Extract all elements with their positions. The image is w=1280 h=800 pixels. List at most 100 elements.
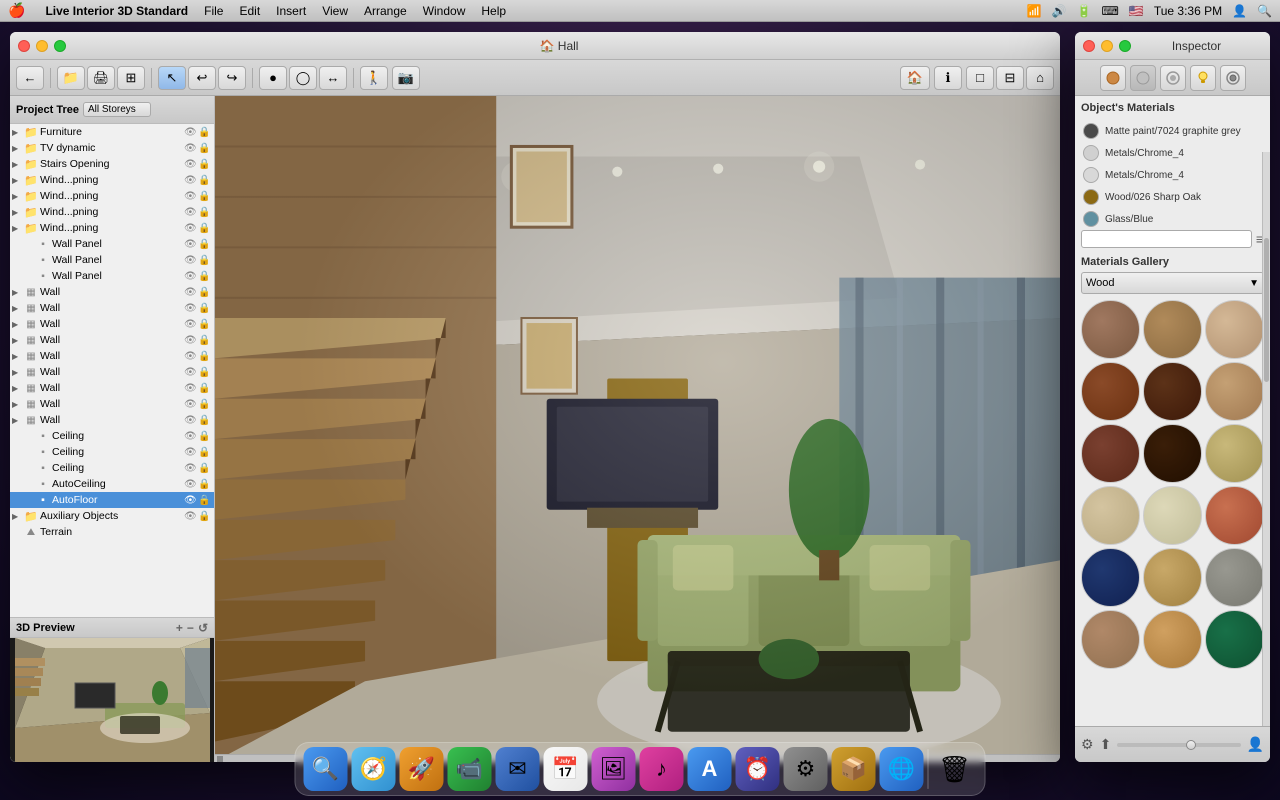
lock-icon[interactable]: 🔒: [198, 255, 212, 266]
menu-help[interactable]: Help: [481, 4, 506, 18]
lock-icon[interactable]: 🔒: [198, 223, 212, 234]
print-button[interactable]: 🖨: [87, 66, 115, 90]
gallery-swatch-9[interactable]: [1205, 424, 1264, 483]
close-button[interactable]: [18, 40, 30, 52]
dock-package[interactable]: 📦: [832, 747, 876, 791]
eye-icon[interactable]: 👁: [184, 383, 198, 394]
inspector-maximize[interactable]: [1119, 40, 1131, 52]
eye-icon[interactable]: 👁: [184, 463, 198, 474]
eye-icon[interactable]: 👁: [184, 159, 198, 170]
tree-item-wall2[interactable]: ▶ ▦ Wall 👁 🔒: [10, 300, 214, 316]
eye-icon[interactable]: 👁: [184, 303, 198, 314]
gallery-swatch-18[interactable]: [1205, 610, 1264, 669]
refresh-btn[interactable]: ↺: [198, 621, 208, 635]
tree-item-tv[interactable]: ▶ 📁 TV dynamic 👁 🔒: [10, 140, 214, 156]
gallery-swatch-17[interactable]: [1143, 610, 1202, 669]
zoom-out-btn[interactable]: −: [187, 621, 194, 635]
gallery-swatch-15[interactable]: [1205, 548, 1264, 607]
dock-launchpad[interactable]: 🚀: [400, 747, 444, 791]
lock-icon[interactable]: 🔒: [198, 159, 212, 170]
gallery-swatch-1[interactable]: [1081, 300, 1140, 359]
user-icon[interactable]: 👤: [1232, 4, 1247, 18]
dock-itunes[interactable]: ♪: [640, 747, 684, 791]
inspector-scrollbar[interactable]: [1262, 152, 1270, 726]
undo-button[interactable]: ↩: [188, 66, 216, 90]
person-tool[interactable]: 🚶: [360, 66, 388, 90]
view-2d-button[interactable]: □: [966, 66, 994, 90]
layout-button[interactable]: ⊞: [117, 66, 145, 90]
eye-icon[interactable]: 👁: [184, 191, 198, 202]
lock-icon[interactable]: 🔒: [198, 335, 212, 346]
lock-icon[interactable]: 🔒: [198, 463, 212, 474]
dock-trash[interactable]: 🗑: [933, 747, 977, 791]
person-button[interactable]: 👤: [1247, 736, 1264, 753]
eye-icon[interactable]: 👁: [184, 255, 198, 266]
tab-materials[interactable]: [1100, 65, 1126, 91]
redo-button[interactable]: ↪: [218, 66, 246, 90]
info-button[interactable]: ℹ: [934, 66, 962, 90]
eye-icon[interactable]: 👁: [184, 399, 198, 410]
tree-item-wind1[interactable]: ▶ 📁 Wind...pning 👁 🔒: [10, 172, 214, 188]
eye-icon[interactable]: 👁: [184, 367, 198, 378]
lock-icon[interactable]: 🔒: [198, 431, 212, 442]
menu-arrange[interactable]: Arrange: [364, 4, 407, 18]
menu-window[interactable]: Window: [423, 4, 466, 18]
lock-icon[interactable]: 🔒: [198, 239, 212, 250]
tree-item-auxiliary[interactable]: ▶ 📁 Auxiliary Objects 👁 🔒: [10, 508, 214, 524]
gallery-swatch-6[interactable]: [1205, 362, 1264, 421]
eye-icon[interactable]: 👁: [184, 479, 198, 490]
gallery-swatch-12[interactable]: [1205, 486, 1264, 545]
settings-button[interactable]: ⚙: [1081, 736, 1094, 753]
tree-item-wall1[interactable]: ▶ ▦ Wall 👁 🔒: [10, 284, 214, 300]
tree-item-wallpanel1[interactable]: ▪ Wall Panel 👁 🔒: [10, 236, 214, 252]
tree-item-ceiling1[interactable]: ▪ Ceiling 👁 🔒: [10, 428, 214, 444]
dock-calendar[interactable]: 📅: [544, 747, 588, 791]
eye-icon[interactable]: 👁: [184, 415, 198, 426]
tree-item-wall8[interactable]: ▶ ▦ Wall 👁 🔒: [10, 396, 214, 412]
dock-network[interactable]: 🌐: [880, 747, 924, 791]
material-search-input[interactable]: [1081, 230, 1252, 248]
eye-icon[interactable]: 👁: [184, 175, 198, 186]
lock-icon[interactable]: 🔒: [198, 495, 212, 506]
home-icon-button[interactable]: 🏠: [900, 66, 930, 90]
app-name[interactable]: Live Interior 3D Standard: [45, 4, 188, 18]
eye-icon[interactable]: 👁: [184, 143, 198, 154]
lock-icon[interactable]: 🔒: [198, 271, 212, 282]
gallery-swatch-8[interactable]: [1143, 424, 1202, 483]
gallery-swatch-5[interactable]: [1143, 362, 1202, 421]
lock-icon[interactable]: 🔒: [198, 415, 212, 426]
tree-item-wall6[interactable]: ▶ ▦ Wall 👁 🔒: [10, 364, 214, 380]
material-item-1[interactable]: Matte paint/7024 graphite grey: [1081, 120, 1264, 142]
lock-icon[interactable]: 🔒: [198, 351, 212, 362]
zoom-in-btn[interactable]: +: [176, 621, 183, 635]
tree-item-ceiling2[interactable]: ▪ Ceiling 👁 🔒: [10, 444, 214, 460]
eye-icon[interactable]: 👁: [184, 431, 198, 442]
gallery-swatch-4[interactable]: [1081, 362, 1140, 421]
tree-item-autoceiling[interactable]: ▪ AutoCeiling 👁 🔒: [10, 476, 214, 492]
tree-item-wall3[interactable]: ▶ ▦ Wall 👁 🔒: [10, 316, 214, 332]
zoom-slider[interactable]: [1117, 743, 1240, 747]
menu-insert[interactable]: Insert: [276, 4, 306, 18]
dock-finder[interactable]: 🔍: [304, 747, 348, 791]
lock-icon[interactable]: 🔒: [198, 383, 212, 394]
tree-item-furniture[interactable]: ▶ 📁 Furniture 👁 🔒: [10, 124, 214, 140]
lock-icon[interactable]: 🔒: [198, 479, 212, 490]
material-item-4[interactable]: Wood/026 Sharp Oak: [1081, 186, 1264, 208]
arrow-tool[interactable]: ↔: [319, 66, 347, 90]
select-tool[interactable]: ↖: [158, 66, 186, 90]
lock-icon[interactable]: 🔒: [198, 175, 212, 186]
tree-item-wall4[interactable]: ▶ ▦ Wall 👁 🔒: [10, 332, 214, 348]
tree-item-wallpanel2[interactable]: ▪ Wall Panel 👁 🔒: [10, 252, 214, 268]
dock-appstore[interactable]: A: [688, 747, 732, 791]
volume-icon[interactable]: 🔊: [1052, 4, 1067, 18]
lock-icon[interactable]: 🔒: [198, 207, 212, 218]
material-item-2[interactable]: Metals/Chrome_4: [1081, 142, 1264, 164]
lock-icon[interactable]: 🔒: [198, 367, 212, 378]
lock-icon[interactable]: 🔒: [198, 399, 212, 410]
gallery-swatch-14[interactable]: [1143, 548, 1202, 607]
lock-icon[interactable]: 🔒: [198, 511, 212, 522]
import-button[interactable]: ⬆: [1100, 736, 1112, 753]
dock-mail[interactable]: ✉: [496, 747, 540, 791]
gallery-swatch-16[interactable]: [1081, 610, 1140, 669]
eye-icon[interactable]: 👁: [184, 207, 198, 218]
